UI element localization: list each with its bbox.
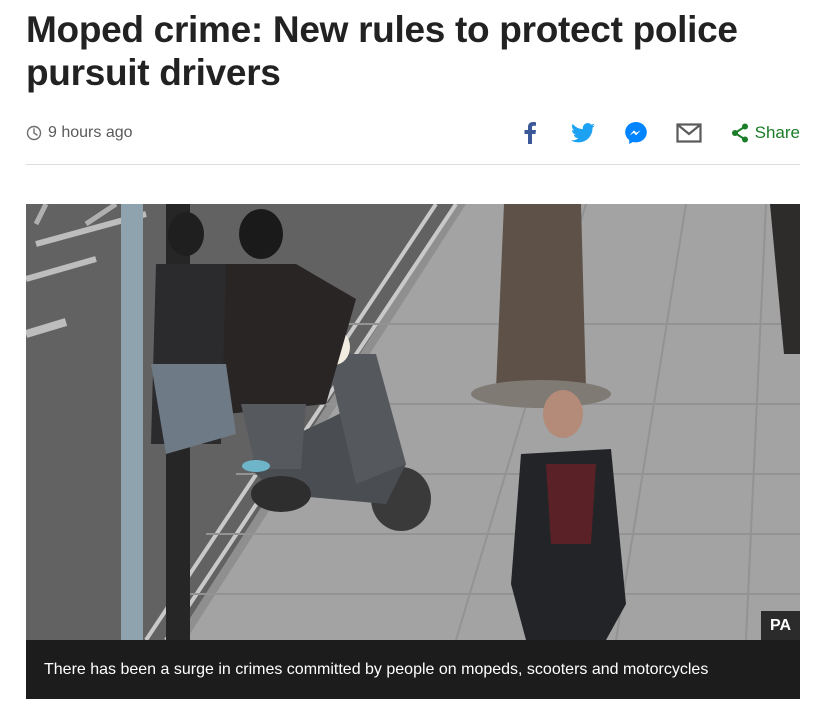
facebook-icon bbox=[524, 122, 536, 144]
image-credit: PA bbox=[760, 611, 800, 640]
article-photo bbox=[26, 204, 800, 640]
facebook-share-button[interactable] bbox=[512, 118, 548, 148]
share-label: Share bbox=[754, 123, 800, 142]
image-caption: There has been a surge in crimes committ… bbox=[26, 640, 800, 699]
timestamp-text: 9 hours ago bbox=[48, 124, 133, 141]
share-button[interactable]: Share bbox=[731, 123, 800, 143]
article-meta: 9 hours ago Share bbox=[26, 118, 800, 148]
article-headline: Moped crime: New rules to protect police… bbox=[26, 9, 738, 93]
twitter-icon bbox=[570, 123, 595, 143]
timestamp: 9 hours ago bbox=[26, 124, 133, 142]
messenger-icon bbox=[624, 122, 647, 144]
divider bbox=[26, 164, 800, 165]
twitter-share-button[interactable] bbox=[565, 118, 601, 148]
email-icon bbox=[676, 123, 702, 143]
messenger-share-button[interactable] bbox=[618, 118, 654, 148]
email-share-button[interactable] bbox=[671, 118, 707, 148]
share-tools: Share bbox=[495, 118, 800, 148]
article-image-figure: PA There has been a surge in crimes comm… bbox=[26, 204, 800, 699]
clock-icon bbox=[26, 125, 42, 141]
share-icon bbox=[731, 123, 748, 143]
